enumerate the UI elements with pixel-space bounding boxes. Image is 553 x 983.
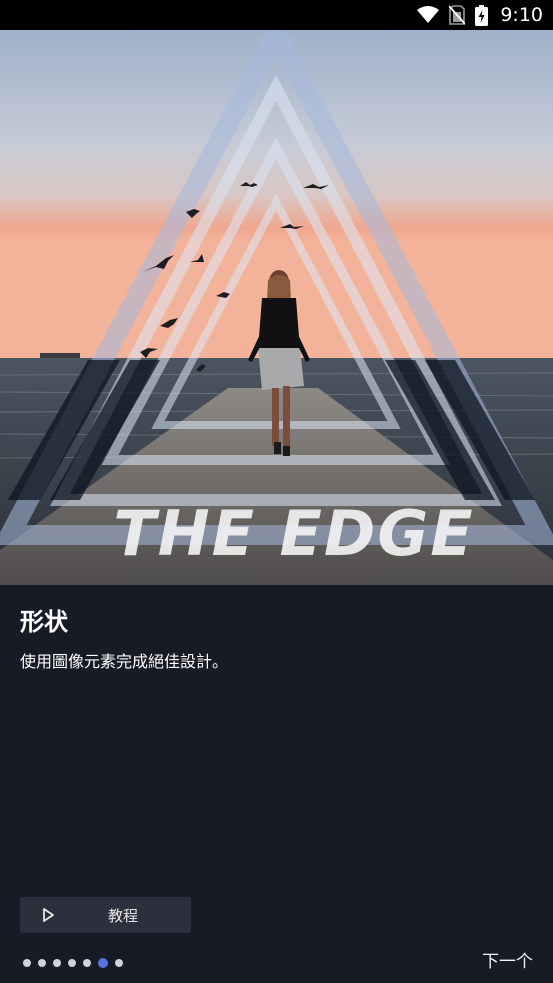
battery-charging-icon xyxy=(475,4,489,26)
hero-image: THE EDGE xyxy=(0,30,553,585)
hero-overlay-text: THE EDGE xyxy=(113,497,474,570)
page-dot[interactable] xyxy=(83,959,91,967)
next-button[interactable]: 下一个 xyxy=(482,947,533,972)
page-dot[interactable] xyxy=(115,959,123,967)
page-indicator xyxy=(23,958,123,968)
feature-description: 使用圖像元素完成絕佳設計。 xyxy=(20,652,229,671)
status-bar: 9:10 xyxy=(0,0,553,30)
tutorial-button-label: 教程 xyxy=(108,907,139,925)
feature-title: 形状 xyxy=(20,608,68,636)
page-dot[interactable] xyxy=(68,959,76,967)
status-time: 9:10 xyxy=(500,4,543,26)
page-dot[interactable] xyxy=(53,959,61,967)
page-dot-active[interactable] xyxy=(98,958,108,968)
onboarding-screen: 9:10 THE EDGE 形状 使用圖像元素完成絕佳設計。 教程 下一个 xyxy=(0,0,553,983)
wifi-icon xyxy=(417,6,440,23)
play-icon xyxy=(43,908,54,922)
tutorial-button[interactable]: 教程 xyxy=(20,897,191,933)
page-dot[interactable] xyxy=(23,959,31,967)
no-sim-icon xyxy=(449,5,466,25)
page-dot[interactable] xyxy=(38,959,46,967)
status-icons: 9:10 xyxy=(417,0,543,30)
